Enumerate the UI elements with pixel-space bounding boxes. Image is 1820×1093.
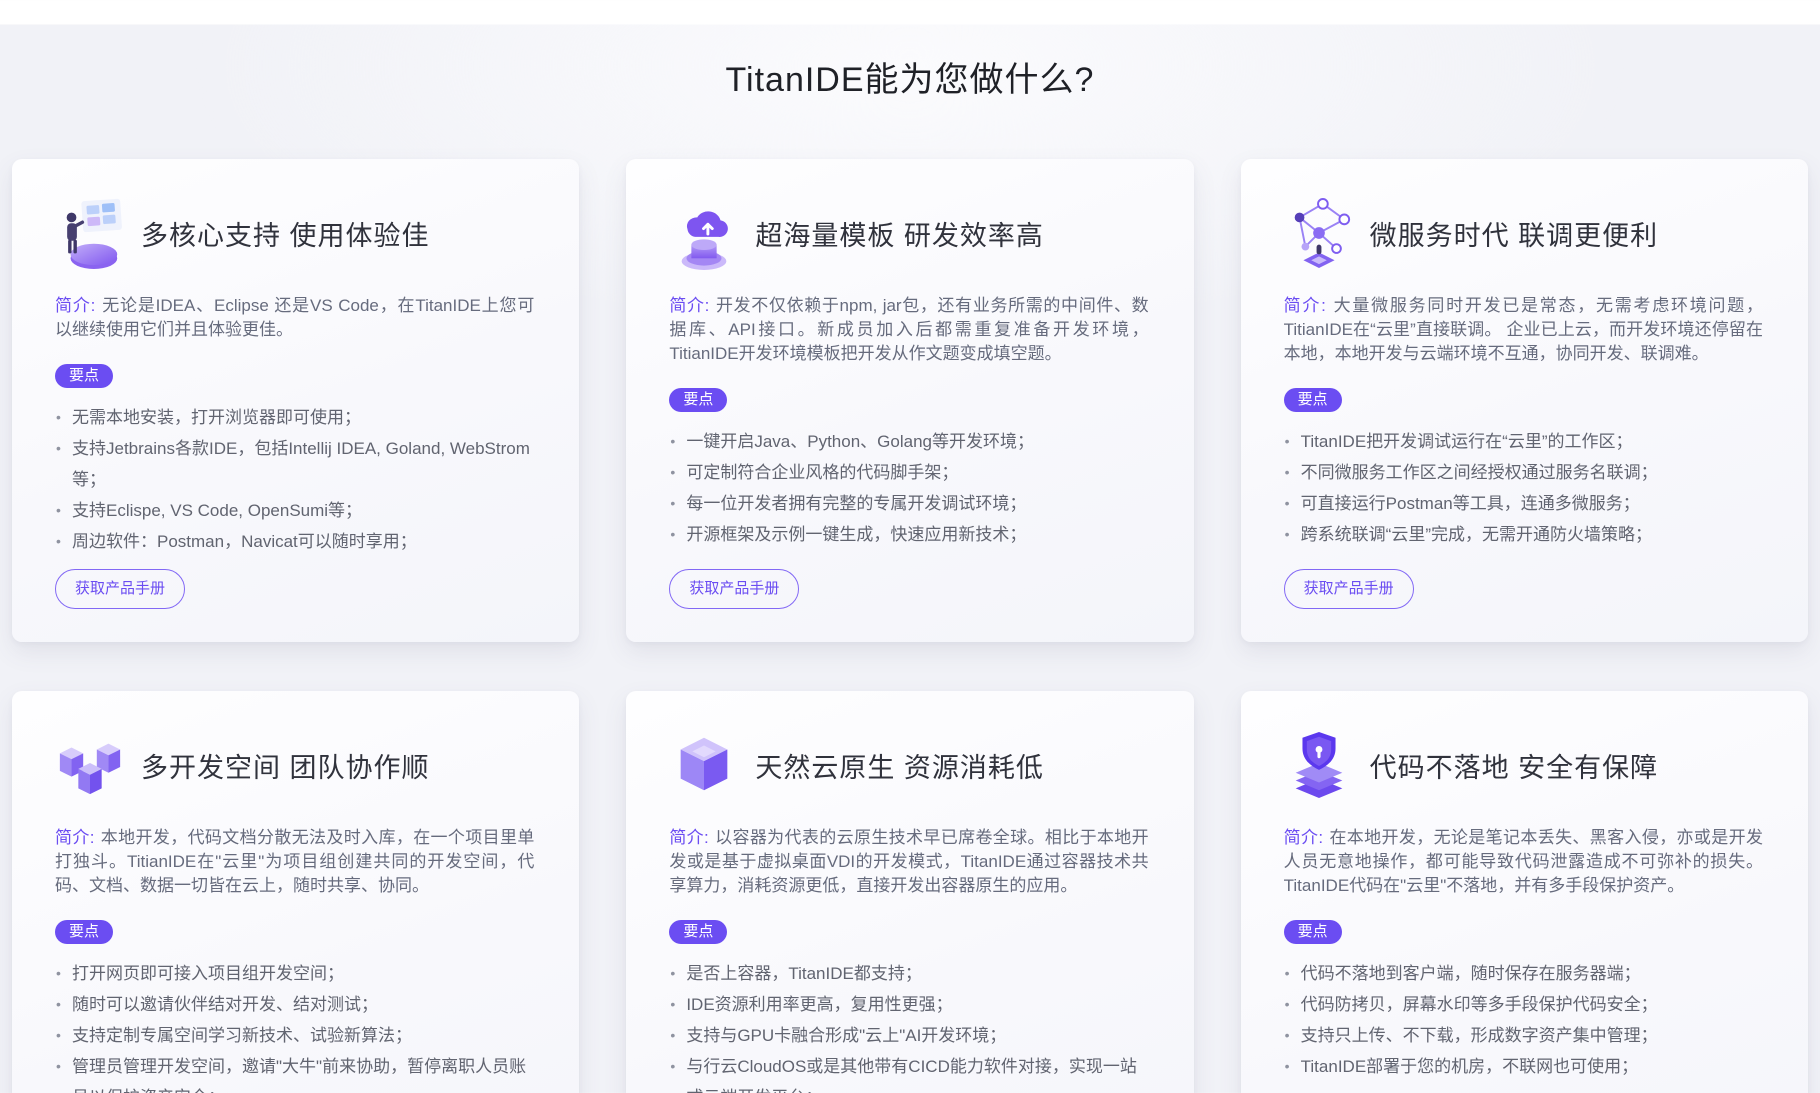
card-title: 代码不落地 安全有保障: [1370, 746, 1659, 785]
card-intro: 简介:以容器为代表的云原生技术早已席卷全球。相比于本地开发或是基于虚拟桌面VDI…: [669, 826, 1148, 898]
points-badge: 要点: [669, 920, 727, 944]
points-list: 代码不落地到客户端，随时保存在服务器端； 代码防拷贝，屏幕水印等多手段保护代码安…: [1284, 958, 1763, 1082]
feature-card-templates: 超海量模板 研发效率高 简介:开发不仅依赖于npm, jar包，还有业务所需的中…: [626, 159, 1193, 642]
point-item: 跨系统联调“云里”完成，无需开通防火墙策略；: [1284, 519, 1763, 550]
points-list: 打开网页即可接入项目组开发空间； 随时可以邀请伙伴结对开发、结对测试； 支持定制…: [55, 958, 534, 1093]
intro-text: 在本地开发，无论是笔记本丢失、黑客入侵，亦或是开发人员无意地操作，都可能导致代码…: [1284, 828, 1763, 895]
point-item: 每一位开发者拥有完整的专属开发调试环境；: [669, 488, 1148, 519]
multi-workspace-cubes-icon: [55, 725, 125, 805]
point-item: 代码不落地到客户端，随时保存在服务器端；: [1284, 958, 1763, 989]
point-item: 支持Jetbrains各款IDE，包括Intellij IDEA, Goland…: [55, 433, 534, 495]
cloud-native-cube-icon: [669, 725, 739, 805]
feature-card-grid: 多核心支持 使用体验佳 简介:无论是IDEA、Eclipse 还是VS Code…: [12, 159, 1808, 1093]
card-intro: 简介:在本地开发，无论是笔记本丢失、黑客入侵，亦或是开发人员无意地操作，都可能导…: [1284, 826, 1763, 898]
points-badge: 要点: [55, 364, 113, 388]
point-item: 支持定制专属空间学习新技术、试验新算法；: [55, 1020, 534, 1051]
card-intro: 简介:大量微服务同时开发已是常态，无需考虑环境问题，TitianIDE在“云里”…: [1284, 294, 1763, 366]
intro-text: 无论是IDEA、Eclipse 还是VS Code，在TitanIDE上您可以继…: [55, 296, 534, 339]
card-intro: 简介:本地开发，代码文档分散无法及时入库，在一个项目里单打独斗。TitianID…: [55, 826, 534, 898]
points-list: 无需本地安装，打开浏览器即可使用； 支持Jetbrains各款IDE，包括Int…: [55, 402, 534, 557]
code-security-shield-icon: [1284, 725, 1354, 805]
get-manual-button[interactable]: 获取产品手册: [1284, 569, 1414, 609]
card-header: 天然云原生 资源消耗低: [669, 724, 1148, 806]
intro-text: 以容器为代表的云原生技术早已席卷全球。相比于本地开发或是基于虚拟桌面VDI的开发…: [669, 828, 1148, 895]
card-header: 代码不落地 安全有保障: [1284, 724, 1763, 806]
card-intro: 简介:开发不仅依赖于npm, jar包，还有业务所需的中间件、数据库、API接口…: [669, 294, 1148, 366]
point-item: 可直接运行Postman等工具，连通多微服务；: [1284, 488, 1763, 519]
point-item: 支持与GPU卡融合形成"云上"AI开发环境；: [669, 1020, 1148, 1051]
cloud-template-icon: [669, 193, 739, 273]
card-header: 多核心支持 使用体验佳: [55, 192, 534, 274]
feature-card-multicore: 多核心支持 使用体验佳 简介:无论是IDEA、Eclipse 还是VS Code…: [12, 159, 579, 642]
point-item: 一键开启Java、Python、Golang等开发环境；: [669, 426, 1148, 457]
intro-text: 大量微服务同时开发已是常态，无需考虑环境问题，TitianIDE在“云里”直接联…: [1284, 296, 1763, 363]
points-badge: 要点: [1284, 920, 1342, 944]
point-item: 随时可以邀请伙伴结对开发、结对测试；: [55, 989, 534, 1020]
point-item: 代码防拷贝，屏幕水印等多手段保护代码安全；: [1284, 989, 1763, 1020]
section-title: TitanIDE能为您做什么?: [0, 52, 1820, 101]
feature-card-workspaces: 多开发空间 团队协作顺 简介:本地开发，代码文档分散无法及时入库，在一个项目里单…: [12, 691, 579, 1093]
points-badge: 要点: [1284, 388, 1342, 412]
card-intro: 简介:无论是IDEA、Eclipse 还是VS Code，在TitanIDE上您…: [55, 294, 534, 342]
card-title: 天然云原生 资源消耗低: [755, 746, 1044, 785]
feature-card-cloud-native: 天然云原生 资源消耗低 简介:以容器为代表的云原生技术早已席卷全球。相比于本地开…: [626, 691, 1193, 1093]
point-item: 支持只上传、不下载，形成数字资产集中管理；: [1284, 1020, 1763, 1051]
points-badge: 要点: [55, 920, 113, 944]
get-manual-button[interactable]: 获取产品手册: [669, 569, 799, 609]
point-item: 不同微服务工作区之间经授权通过服务名联调；: [1284, 457, 1763, 488]
point-item: 与行云CloudOS或是其他带有CICD能力软件对接，实现一站式云端开发平台；: [669, 1051, 1148, 1093]
point-item: 支持Eclispe, VS Code, OpenSumi等；: [55, 495, 534, 526]
intro-label: 简介:: [1284, 828, 1323, 847]
points-list: 一键开启Java、Python、Golang等开发环境； 可定制符合企业风格的代…: [669, 426, 1148, 550]
feature-card-security: 代码不落地 安全有保障 简介:在本地开发，无论是笔记本丢失、黑客入侵，亦或是开发…: [1241, 691, 1808, 1093]
card-header: 超海量模板 研发效率高: [669, 192, 1148, 274]
intro-text: 本地开发，代码文档分散无法及时入库，在一个项目里单打独斗。TitianIDE在"…: [55, 828, 534, 895]
points-list: TitanIDE把开发调试运行在“云里”的工作区； 不同微服务工作区之间经授权通…: [1284, 426, 1763, 550]
point-item: TitanIDE部署于您的机房，不联网也可使用；: [1284, 1051, 1763, 1082]
card-header: 多开发空间 团队协作顺: [55, 724, 534, 806]
intro-label: 简介:: [669, 296, 709, 315]
intro-label: 简介:: [55, 296, 95, 315]
card-title: 多核心支持 使用体验佳: [141, 214, 430, 253]
point-item: 打开网页即可接入项目组开发空间；: [55, 958, 534, 989]
intro-label: 简介:: [1284, 296, 1326, 315]
point-item: 周边软件：Postman，Navicat可以随时享用；: [55, 526, 534, 557]
microservice-network-icon: [1284, 193, 1354, 273]
point-item: TitanIDE把开发调试运行在“云里”的工作区；: [1284, 426, 1763, 457]
point-item: 管理员管理开发空间，邀请"大牛"前来协助，暂停离职人员账号以保护资产安全；: [55, 1051, 534, 1093]
card-title: 超海量模板 研发效率高: [755, 214, 1044, 253]
point-item: 是否上容器，TitanIDE都支持；: [669, 958, 1148, 989]
card-title: 多开发空间 团队协作顺: [141, 746, 430, 785]
feature-card-microservice: 微服务时代 联调更便利 简介:大量微服务同时开发已是常态，无需考虑环境问题，Ti…: [1241, 159, 1808, 642]
point-item: IDE资源利用率更高，复用性更强；: [669, 989, 1148, 1020]
card-header: 微服务时代 联调更便利: [1284, 192, 1763, 274]
get-manual-button[interactable]: 获取产品手册: [55, 569, 185, 609]
intro-label: 简介:: [669, 828, 708, 847]
multicore-person-screens-icon: [55, 193, 125, 273]
intro-text: 开发不仅依赖于npm, jar包，还有业务所需的中间件、数据库、API接口。新成…: [669, 296, 1148, 363]
card-title: 微服务时代 联调更便利: [1370, 214, 1659, 253]
intro-label: 简介:: [55, 828, 94, 847]
points-badge: 要点: [669, 388, 727, 412]
point-item: 无需本地安装，打开浏览器即可使用；: [55, 402, 534, 433]
points-list: 是否上容器，TitanIDE都支持； IDE资源利用率更高，复用性更强； 支持与…: [669, 958, 1148, 1093]
point-item: 可定制符合企业风格的代码脚手架；: [669, 457, 1148, 488]
point-item: 开源框架及示例一键生成，快速应用新技术；: [669, 519, 1148, 550]
